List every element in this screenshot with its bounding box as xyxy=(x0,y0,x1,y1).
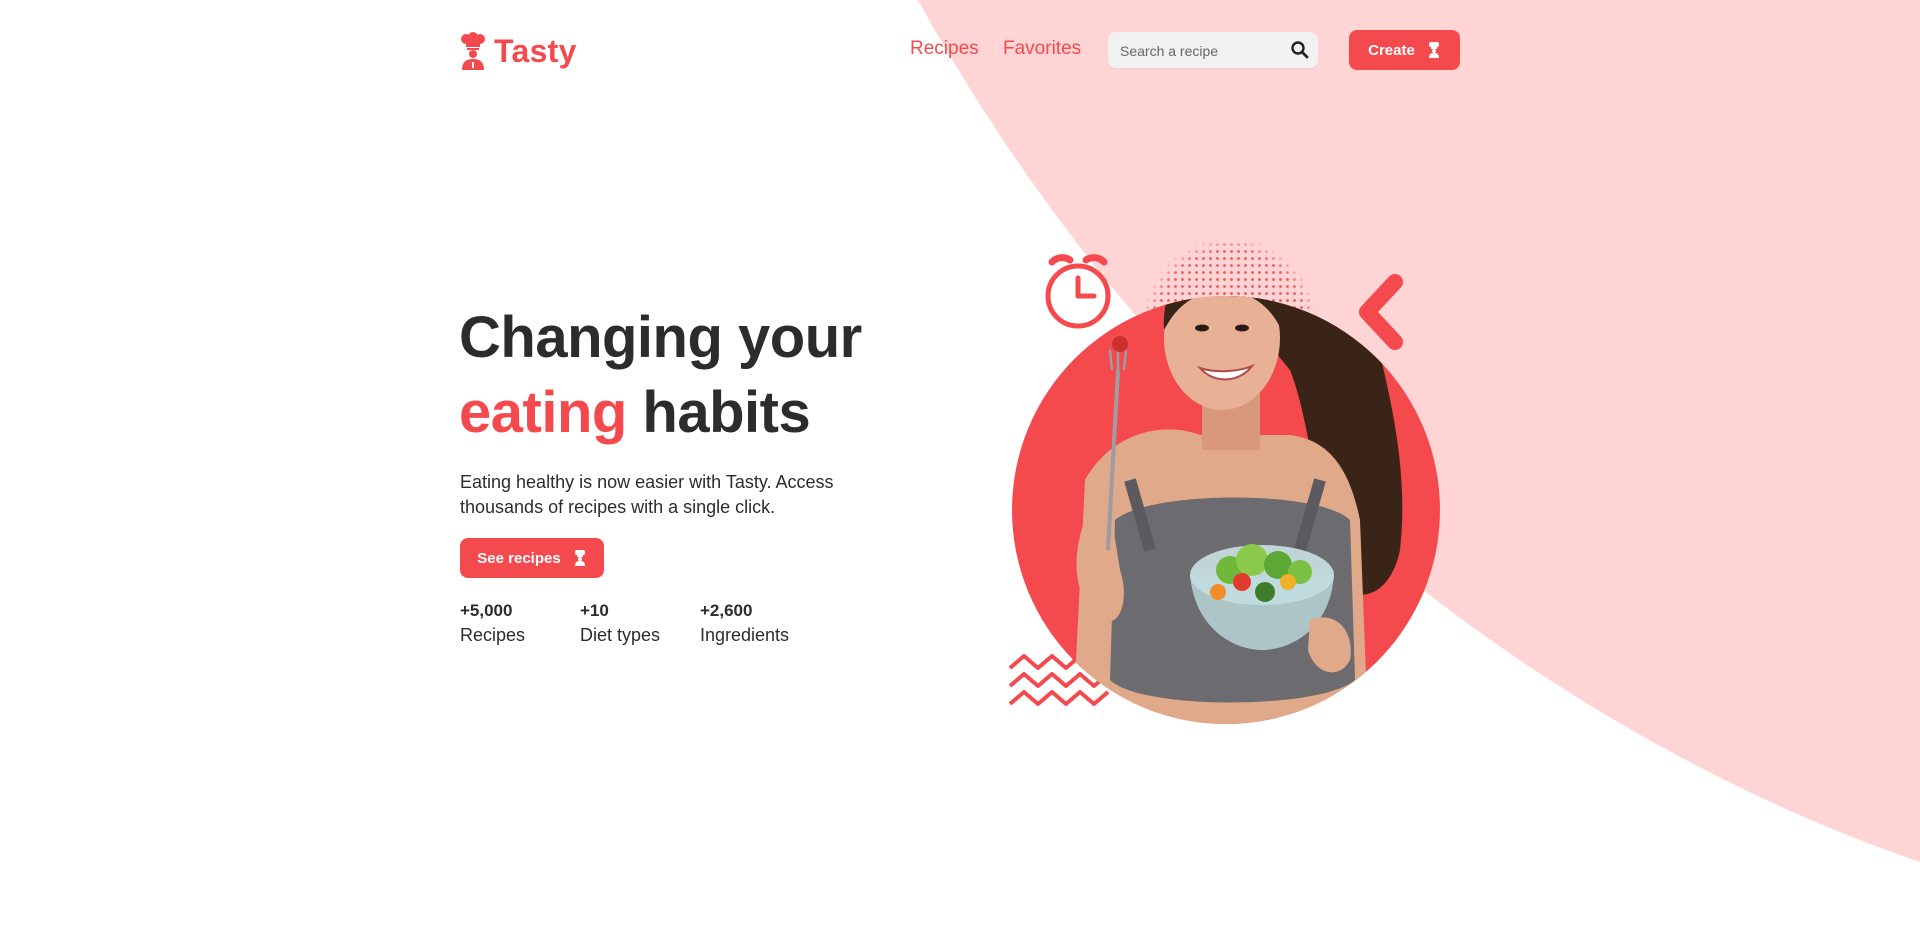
hero-title: Changing your eating habits xyxy=(459,300,862,450)
hero-title-line1: Changing your xyxy=(459,305,862,370)
search-input[interactable] xyxy=(1118,32,1282,70)
stat-label: Diet types xyxy=(580,625,661,645)
stat-diet-types: +10 Diet types xyxy=(580,600,700,648)
stat-value: +5,000 xyxy=(460,601,513,620)
see-recipes-button[interactable]: See recipes xyxy=(460,538,604,578)
header: Tasty Recipes Favorites Create xyxy=(460,28,1460,72)
chef-icon xyxy=(1428,42,1439,58)
background-curve xyxy=(918,0,1920,862)
hero-illustration xyxy=(1008,240,1440,724)
chef-icon xyxy=(461,32,485,70)
hero-title-rest: habits xyxy=(626,380,811,445)
stat-label: Recipes xyxy=(460,625,526,645)
nav-favorites[interactable]: Favorites xyxy=(1003,38,1081,60)
nav-recipes[interactable]: Recipes xyxy=(910,38,979,60)
create-button-label: Create xyxy=(1368,41,1415,59)
search-icon[interactable] xyxy=(1290,40,1310,60)
logo[interactable]: Tasty xyxy=(460,32,577,70)
stat-recipes: +5,000 Recipes xyxy=(460,600,580,648)
search-box xyxy=(1108,32,1318,70)
chevron-left-icon xyxy=(1359,274,1403,350)
stats: +5,000 Recipes +10 Diet types +2,600 Ing… xyxy=(460,600,820,648)
see-recipes-label: See recipes xyxy=(477,549,561,567)
chef-icon xyxy=(574,550,585,566)
stat-ingredients: +2,600 Ingredients xyxy=(700,600,820,648)
woman-with-salad-image xyxy=(1070,296,1403,724)
hero-description: Eating healthy is now easier with Tasty.… xyxy=(460,472,834,517)
create-button[interactable]: Create xyxy=(1349,30,1460,70)
stat-label: Ingredients xyxy=(700,625,790,645)
landing-page: Tasty Recipes Favorites Create Changing … xyxy=(0,0,1920,947)
alarm-clock-icon xyxy=(1045,254,1111,329)
stat-value: +10 xyxy=(580,601,609,620)
stat-value: +2,600 xyxy=(700,601,753,620)
hero-title-accent: eating xyxy=(459,380,627,445)
logo-text: Tasty xyxy=(494,32,577,69)
